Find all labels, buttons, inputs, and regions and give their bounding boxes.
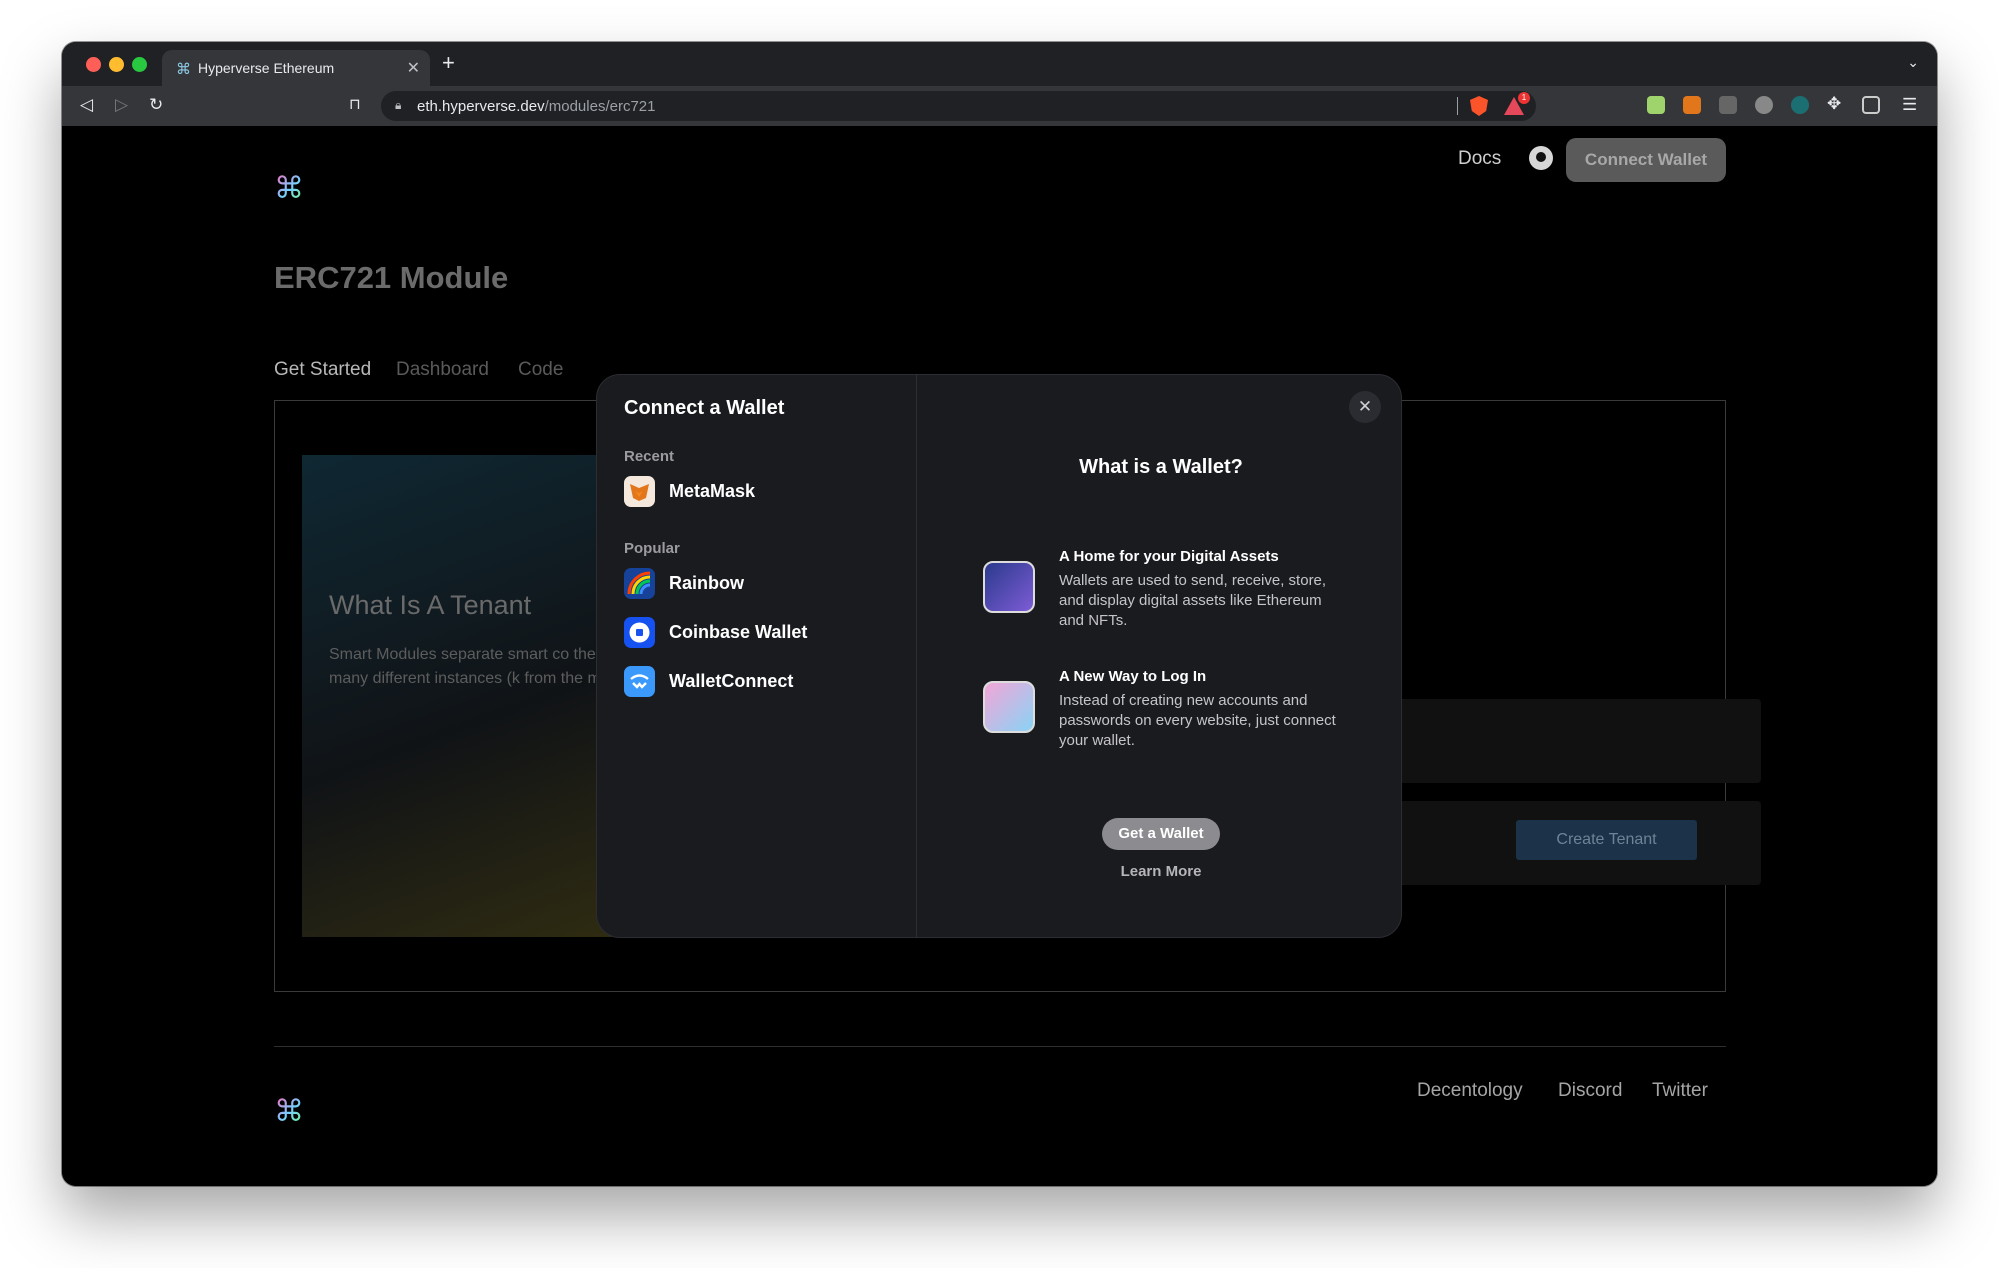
wallet-option-coinbase[interactable]: Coinbase Wallet	[624, 615, 904, 649]
maximize-window-button[interactable]	[132, 57, 147, 72]
walletconnect-icon	[624, 666, 655, 697]
extension-teal-icon[interactable]	[1791, 96, 1809, 114]
page-title: ERC721 Module	[274, 260, 509, 295]
info-desc-assets: Wallets are used to send, receive, store…	[1059, 572, 1327, 629]
info-title-assets: A Home for your Digital Assets	[1059, 548, 1279, 565]
docs-link[interactable]: Docs	[1458, 148, 1501, 170]
github-icon[interactable]	[1529, 146, 1553, 170]
metamask-icon	[624, 476, 655, 507]
url-path: /modules/erc721	[544, 98, 656, 115]
wallet-label: MetaMask	[669, 481, 756, 501]
what-is-wallet-title: What is a Wallet?	[1079, 456, 1243, 478]
footer-link-twitter[interactable]: Twitter	[1652, 1080, 1708, 1102]
create-tenant-button[interactable]: Create Tenant	[1516, 820, 1697, 860]
footer-link-decentology[interactable]: Decentology	[1417, 1080, 1523, 1102]
tab-strip: ⌘ Hyperverse Ethereum ✕ + ⌄	[62, 42, 1937, 86]
url-text[interactable]: eth.hyperverse.dev/modules/erc721	[417, 98, 655, 115]
rainbow-icon	[624, 568, 655, 599]
puzzle-extensions-icon[interactable]: ✥	[1827, 94, 1841, 114]
recent-label: Recent	[624, 448, 675, 465]
bookmark-icon[interactable]: ⊓	[349, 95, 361, 115]
footer-logo-icon[interactable]: ⌘	[274, 1097, 304, 1127]
wallet-option-walletconnect[interactable]: WalletConnect	[624, 664, 904, 698]
browser-toolbar: ◁ ▷ ↻ ⊓ 🔒︎ eth.hyperverse.dev/modules/er…	[62, 86, 1937, 126]
tenant-title: What Is A Tenant	[329, 590, 532, 620]
info-title-login: A New Way to Log In	[1059, 668, 1207, 685]
url-domain: eth.hyperverse.dev	[417, 98, 545, 115]
wallet-option-rainbow[interactable]: Rainbow	[624, 566, 904, 600]
tab-title: Hyperverse Ethereum	[198, 60, 335, 76]
coinbase-icon	[624, 617, 655, 648]
footer-divider	[274, 1046, 1726, 1047]
browser-tab[interactable]: ⌘ Hyperverse Ethereum ✕	[162, 50, 430, 86]
reload-icon[interactable]: ↻	[149, 95, 163, 115]
tab-dashboard[interactable]: Dashboard	[396, 359, 489, 381]
browser-window: ⌘ Hyperverse Ethereum ✕ + ⌄ ◁ ▷ ↻ ⊓ 🔒︎ e…	[62, 42, 1937, 1186]
login-key-icon	[983, 681, 1035, 733]
tab-code[interactable]: Code	[518, 359, 563, 381]
forward-icon[interactable]: ▷	[115, 95, 128, 115]
digital-assets-icon	[983, 561, 1035, 613]
address-bar[interactable]: 🔒︎ eth.hyperverse.dev/modules/erc721 1	[381, 91, 1536, 121]
metamask-extension-icon[interactable]	[1683, 96, 1701, 114]
tab-close-icon[interactable]: ✕	[407, 58, 420, 78]
info-desc-login: Instead of creating new accounts and pas…	[1059, 692, 1336, 749]
extension-more-icon[interactable]	[1719, 96, 1737, 114]
connect-wallet-button[interactable]: Connect Wallet	[1566, 138, 1726, 182]
hyperverse-logo-icon[interactable]: ⌘	[274, 174, 304, 204]
tenant-input-field-1[interactable]	[1398, 699, 1761, 783]
wallet-label: WalletConnect	[669, 671, 794, 691]
lock-icon: 🔒︎	[395, 98, 402, 112]
tab-list-chevron-icon[interactable]: ⌄	[1907, 54, 1919, 71]
new-tab-button[interactable]: +	[442, 52, 455, 74]
close-window-button[interactable]	[86, 57, 101, 72]
popular-label: Popular	[624, 540, 680, 557]
brave-shields-icon[interactable]	[1470, 96, 1488, 116]
connect-wallet-modal: Connect a Wallet Recent MetaMask Popular…	[596, 374, 1402, 938]
wallet-icon[interactable]	[1862, 96, 1880, 114]
modal-title: Connect a Wallet	[624, 397, 785, 419]
minimize-window-button[interactable]	[109, 57, 124, 72]
extension-circle-icon[interactable]	[1755, 96, 1773, 114]
wallet-label: Rainbow	[669, 573, 744, 593]
extension-green-icon[interactable]	[1647, 96, 1665, 114]
wallet-list-panel: Connect a Wallet Recent MetaMask Popular…	[597, 375, 917, 937]
back-icon[interactable]: ◁	[80, 95, 93, 115]
tab-get-started[interactable]: Get Started	[274, 359, 371, 381]
page: ⌘ Docs Connect Wallet ERC721 Module Get …	[62, 126, 1937, 1186]
menu-icon[interactable]: ☰	[1902, 95, 1917, 115]
close-icon[interactable]: ✕	[1349, 391, 1381, 423]
learn-more-link[interactable]: Learn More	[919, 863, 1401, 880]
rewards-badge: 1	[1518, 92, 1530, 104]
wallet-option-metamask[interactable]: MetaMask	[624, 474, 904, 508]
hyperverse-favicon-icon: ⌘	[176, 61, 191, 78]
omnibox-divider	[1457, 97, 1458, 115]
get-wallet-button[interactable]: Get a Wallet	[1102, 818, 1220, 850]
footer-link-discord[interactable]: Discord	[1558, 1080, 1622, 1102]
wallet-label: Coinbase Wallet	[669, 622, 808, 642]
